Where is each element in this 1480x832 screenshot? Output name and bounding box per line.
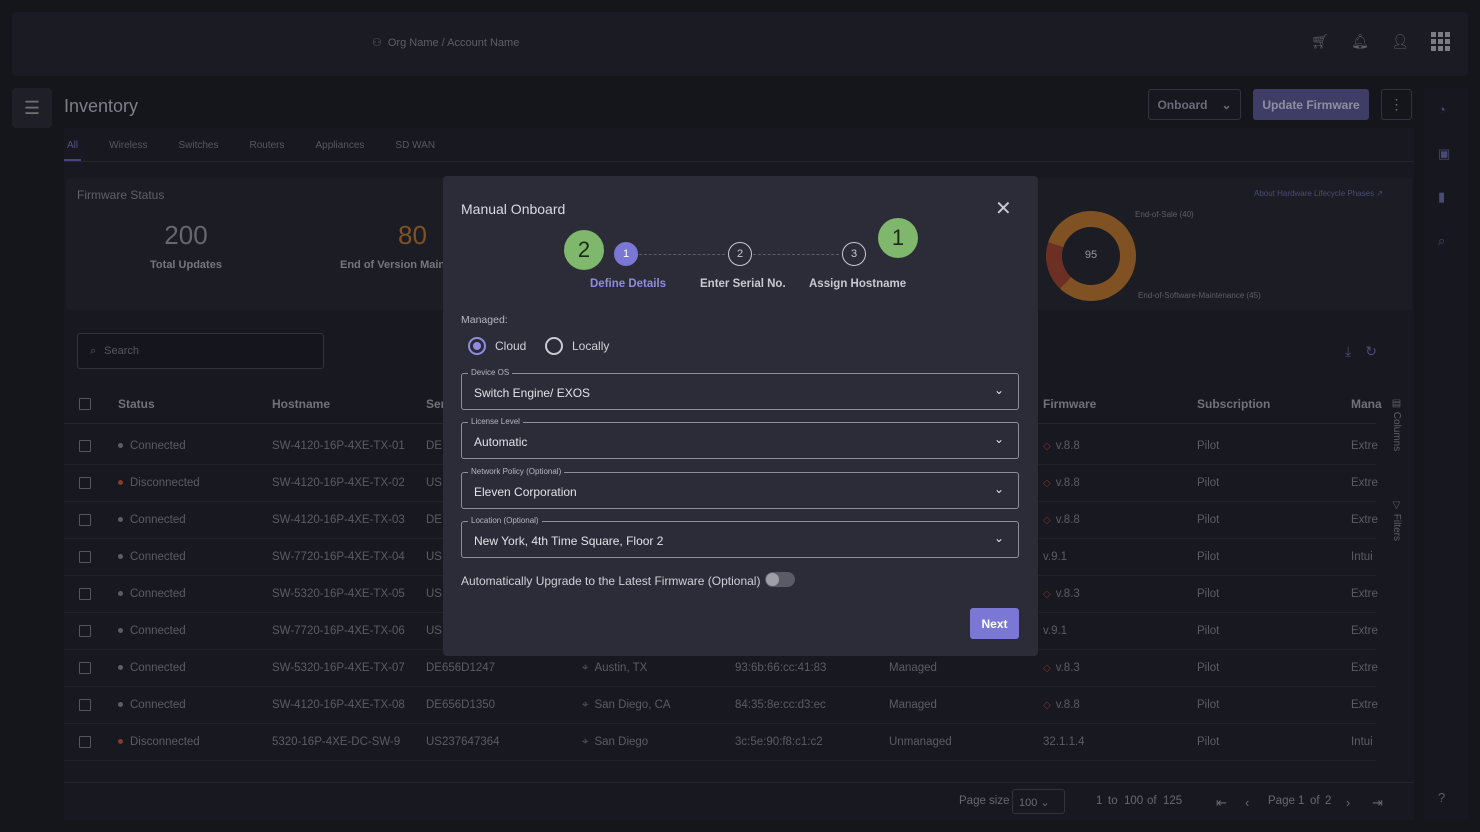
step-2-circle: 2 <box>728 242 752 266</box>
license-level-select[interactable]: License Level Automatic ⌄ <box>461 417 1019 459</box>
chevron-down-icon: ⌄ <box>993 383 1004 397</box>
donut-value: 95 <box>1084 249 1098 261</box>
radio-locally-circle[interactable] <box>545 337 563 355</box>
managed-label: Managed: <box>461 314 508 326</box>
network-policy-legend: Network Policy (Optional) <box>468 467 565 476</box>
step-1-label: Define Details <box>590 278 667 290</box>
annotation-badge: 1 <box>878 218 918 258</box>
device-os-legend: Device OS <box>468 368 513 377</box>
device-os-select[interactable]: Device OS Switch Engine/ EXOS ⌄ <box>461 368 1019 410</box>
radio-locally[interactable]: Locally <box>545 337 609 355</box>
license-level-legend: License Level <box>468 417 523 426</box>
chevron-down-icon: ⌄ <box>993 432 1004 446</box>
auto-upgrade-label: Automatically Upgrade to the Latest Firm… <box>461 574 761 588</box>
step-3-label: Assign Hostname <box>809 278 907 290</box>
step-2-label: Enter Serial No. <box>700 278 786 290</box>
radio-locally-label: Locally <box>572 339 610 353</box>
step-3-circle: 3 <box>842 242 866 266</box>
location-value: New York, 4th Time Square, Floor 2 <box>474 534 664 548</box>
step-1-circle: 1 <box>614 242 638 266</box>
chevron-down-icon: ⌄ <box>993 482 1004 496</box>
chevron-down-icon: ⌄ <box>993 531 1004 545</box>
modal-title: Manual Onboard <box>461 201 566 217</box>
next-button[interactable]: Next <box>970 608 1019 639</box>
license-level-value: Automatic <box>474 435 528 449</box>
radio-cloud-circle[interactable] <box>468 337 486 355</box>
radio-cloud-label: Cloud <box>495 339 527 353</box>
annotation-badge: 2 <box>564 230 604 270</box>
close-icon[interactable]: ✕ <box>995 196 1012 221</box>
auto-upgrade-toggle[interactable] <box>765 572 795 587</box>
step-connector <box>639 254 725 255</box>
device-os-value: Switch Engine/ EXOS <box>474 386 591 400</box>
step-connector <box>753 254 839 255</box>
radio-cloud[interactable]: Cloud <box>468 337 526 355</box>
network-policy-select[interactable]: Network Policy (Optional) Eleven Corpora… <box>461 467 1019 509</box>
location-legend: Location (Optional) <box>468 516 542 525</box>
network-policy-value: Eleven Corporation <box>474 485 577 499</box>
location-select[interactable]: Location (Optional) New York, 4th Time S… <box>461 516 1019 558</box>
manual-onboard-modal: Manual Onboard ✕ 1 2 3 Define Details En… <box>443 176 1038 656</box>
